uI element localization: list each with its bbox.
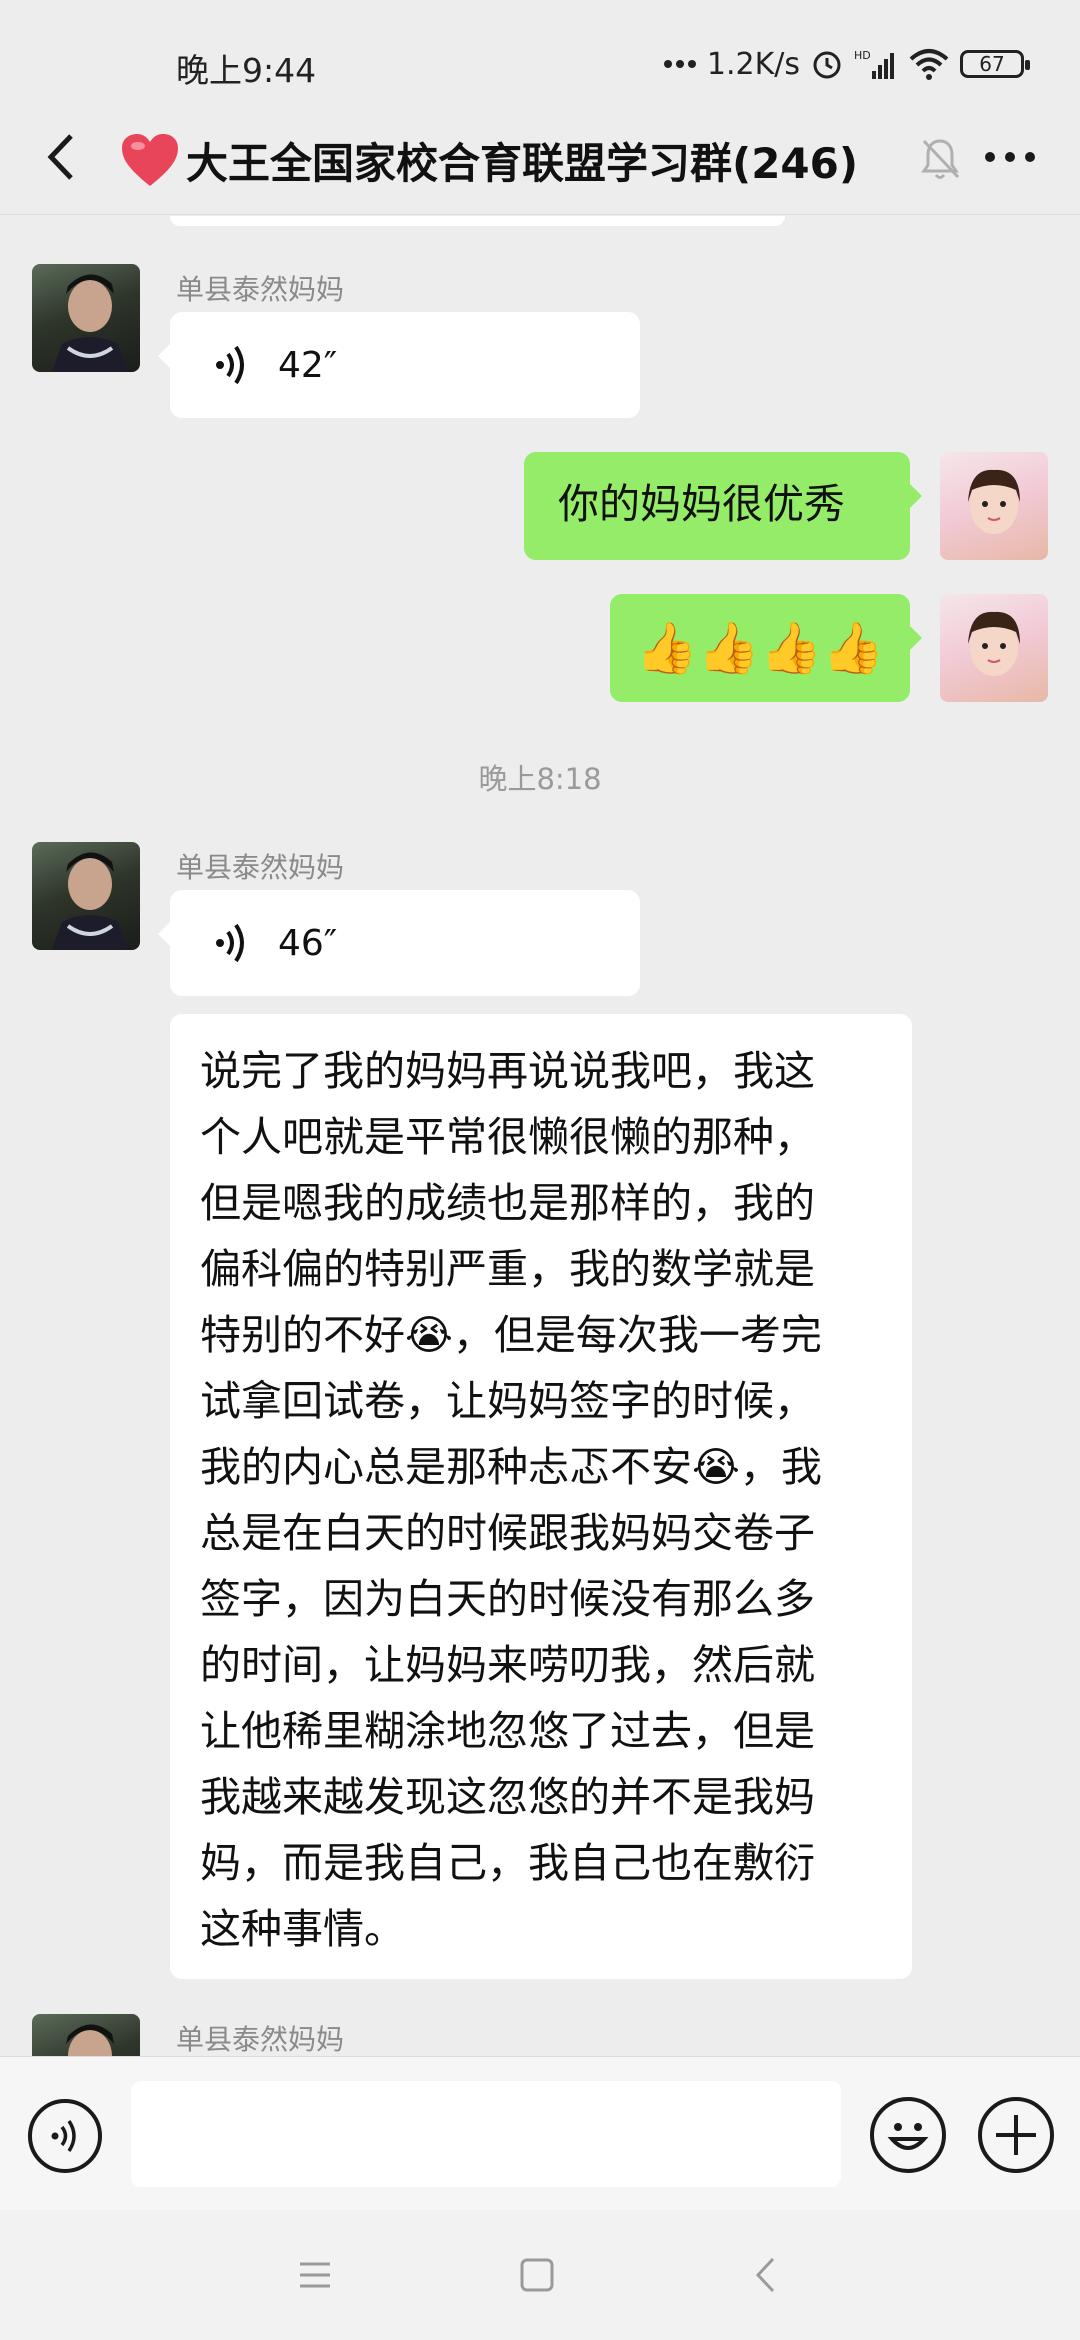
- alarm-icon: [810, 47, 844, 81]
- back-button[interactable]: [30, 127, 90, 187]
- message-line: 让他稀里糊涂地忽悠了过去，但是: [200, 1707, 815, 1755]
- battery-level: 67: [979, 52, 1005, 76]
- voice-message-bubble[interactable]: 42″: [158, 312, 640, 418]
- avatar[interactable]: [32, 842, 140, 950]
- message-line: 偏科偏的特别严重，我的数学就是: [200, 1245, 815, 1293]
- voice-message-bubble[interactable]: 46″: [158, 890, 640, 996]
- message-line: 这种事情。: [200, 1905, 405, 1953]
- sender-name: 单县泰然妈妈: [176, 851, 345, 884]
- message-line: 妈，而是我自己，我自己也在敷衍: [200, 1839, 815, 1887]
- text-message-bubble[interactable]: 说完了我的妈妈再说说我吧，我这 个人吧就是平常很懒很懒的那种， 但是嗯我的成绩也…: [170, 1014, 912, 1979]
- chat-title-wrap[interactable]: 大王全国家校合育联盟学习群(246): [120, 125, 920, 195]
- avatar-image: [66, 2024, 114, 2056]
- message-input[interactable]: [131, 2081, 841, 2187]
- previous-message-bubble[interactable]: [170, 216, 785, 226]
- menu-icon: [300, 2262, 330, 2288]
- message-line: 试拿回试卷，让妈妈签字的时候，: [200, 1377, 815, 1425]
- back-chevron-icon: [755, 2257, 775, 2293]
- message-text: 你的妈妈很优秀: [558, 480, 845, 528]
- chat-header: 大王全国家校合育联盟学习群(246): [0, 105, 1080, 215]
- avatar[interactable]: [32, 2014, 140, 2056]
- emoji-button[interactable]: [870, 2097, 946, 2173]
- message-line: 说完了我的妈妈再说说我吧，我这: [200, 1047, 815, 1095]
- sender-name: 单县泰然妈妈: [176, 2023, 345, 2056]
- input-bar: [0, 2056, 1080, 2210]
- emoji-message-bubble[interactable]: 👍👍👍👍: [610, 594, 922, 702]
- more-options-button[interactable]: [975, 127, 1045, 187]
- network-speed: 1.2K/s: [706, 46, 800, 82]
- status-time: 晚上9:44: [176, 51, 317, 90]
- avatar[interactable]: [940, 594, 1048, 702]
- battery-icon: 67: [960, 50, 1030, 78]
- avatar[interactable]: [32, 264, 140, 372]
- avatar-image: [52, 852, 128, 950]
- status-indicators: 1.2K/s HD 67: [663, 44, 1030, 84]
- text-message-bubble[interactable]: 你的妈妈很优秀: [524, 452, 922, 560]
- message-line: 我越来越发现这忽悠的并不是我妈: [200, 1773, 815, 1821]
- nav-home-button[interactable]: [512, 2250, 562, 2300]
- thumbs-up-emoji: 👍👍👍👍: [635, 619, 885, 677]
- chat-message-list[interactable]: 单县泰然妈妈 42″ 你的妈妈很优秀 👍👍👍👍 晚上8:18 单县泰然妈妈 46…: [0, 216, 1080, 2056]
- voice-duration: 42″: [278, 344, 338, 386]
- voice-duration: 46″: [278, 922, 338, 964]
- message-line: 个人吧就是平常很懒很懒的那种，: [200, 1113, 815, 1161]
- back-arrow-icon: [47, 134, 73, 180]
- message-line: 特别的不好😭，但是每次我一考完: [200, 1311, 822, 1359]
- nav-back-button[interactable]: [740, 2250, 790, 2300]
- chat-title: 大王全国家校合育联盟学习群(246): [186, 138, 859, 188]
- hd-signal-icon: HD: [854, 47, 898, 81]
- more-dots-icon: [663, 59, 697, 69]
- voice-wave-icon: [51, 2120, 76, 2152]
- smiley-icon: [887, 2123, 929, 2150]
- voice-wave-icon: [216, 345, 244, 385]
- more-functions-button[interactable]: [978, 2097, 1054, 2173]
- system-nav-bar: [0, 2210, 1080, 2340]
- avatar-image: [52, 274, 128, 372]
- heart-icon: [122, 134, 178, 186]
- mute-bell-icon: [921, 139, 960, 179]
- message-line: 但是嗯我的成绩也是那样的，我的: [200, 1179, 815, 1227]
- nav-menu-button[interactable]: [290, 2250, 340, 2300]
- more-dots-icon: [985, 152, 1035, 162]
- avatar-image: [968, 469, 1020, 534]
- message-line: 签字，因为白天的时候没有那么多: [200, 1575, 815, 1623]
- avatar[interactable]: [940, 452, 1048, 560]
- message-line: 我的内心总是那种忐忑不安😭，我: [200, 1443, 822, 1491]
- voice-wave-icon: [216, 923, 244, 963]
- home-square-icon: [520, 2258, 554, 2292]
- avatar-image: [968, 611, 1020, 676]
- message-line: 总是在白天的时候跟我妈妈交卷子: [200, 1509, 815, 1557]
- sender-name: 单县泰然妈妈: [176, 273, 345, 306]
- wifi-icon: [908, 47, 950, 81]
- svg-text:HD: HD: [854, 49, 871, 62]
- plus-icon: [996, 2115, 1036, 2155]
- message-line: 的时间，让妈妈来唠叨我，然后就: [200, 1641, 815, 1689]
- time-separator: 晚上8:18: [478, 762, 602, 796]
- voice-input-toggle[interactable]: [28, 2099, 102, 2173]
